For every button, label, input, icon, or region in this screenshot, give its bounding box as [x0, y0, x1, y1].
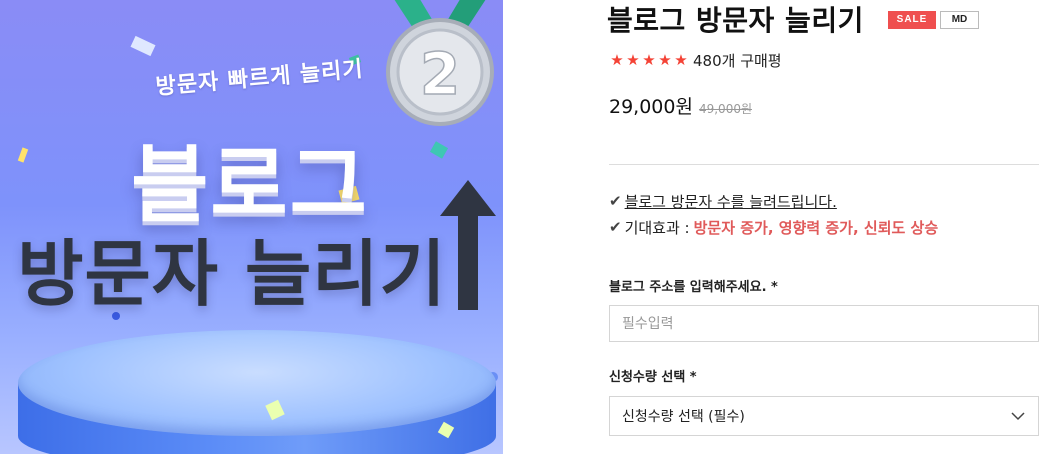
star-icon: ★ — [626, 51, 640, 69]
chevron-down-icon — [1011, 412, 1025, 421]
original-price: 49,000원 — [698, 102, 752, 116]
star-icon: ★ — [610, 51, 624, 69]
podium-top — [18, 330, 496, 436]
confetti-piece — [429, 141, 449, 159]
review-count-link[interactable]: 480개 구매평 — [693, 50, 782, 71]
sale-badge: SALE — [888, 11, 936, 29]
product-info-panel: 블로그 방문자 늘리기 SALE MD ★ ★ ★ ★ ★ 480개 구매평 29,00… — [503, 0, 1045, 454]
price-row: 29,000원 49,000원 — [609, 92, 752, 118]
product-banner-image: 방문자 빠르게 늘리기 블로그 방문자 늘리기 2 — [0, 0, 503, 454]
quantity-select[interactable]: 신청수량 선택 (필수) — [609, 396, 1039, 436]
feature-line-1: ✔ 블로그 방문자 수를 늘려드립니다. — [609, 190, 837, 212]
md-badge: MD — [940, 11, 979, 29]
sale-price: 29,000원 — [609, 96, 693, 118]
rating-row[interactable]: ★ ★ ★ ★ ★ 480개 구매평 — [609, 50, 782, 71]
check-icon: ✔ — [609, 218, 622, 236]
medal-icon: 2 — [380, 0, 500, 136]
banner-title-line1: 블로그 — [131, 136, 369, 234]
product-title: 블로그 방문자 늘리기 — [607, 4, 864, 37]
check-icon: ✔ — [609, 192, 622, 210]
star-rating: ★ ★ ★ ★ ★ — [609, 51, 689, 69]
banner-title-line2: 방문자 늘리기 — [17, 232, 447, 316]
feature-prefix-2: 기대효과 : — [624, 218, 690, 237]
banner-subtitle: 방문자 빠르게 늘리기 — [154, 56, 365, 101]
feature-line-2: ✔ 기대효과 : 방문자 증가, 영향력 증가, 신뢰도 상승 — [609, 216, 938, 238]
confetti-piece — [17, 147, 29, 163]
quantity-label: 신청수량 선택 * — [609, 370, 697, 385]
blog-address-input[interactable] — [609, 305, 1039, 342]
divider — [609, 164, 1039, 165]
medal-number: 2 — [420, 40, 460, 108]
star-icon: ★ — [658, 51, 672, 69]
quantity-select-value: 신청수량 선택 (필수) — [622, 409, 745, 425]
confetti-piece — [130, 35, 156, 57]
blog-address-label: 블로그 주소를 입력해주세요. * — [609, 280, 778, 295]
feature-highlight-2: 방문자 증가, 영향력 증가, 신뢰도 상승 — [693, 218, 939, 237]
star-icon: ★ — [674, 51, 688, 69]
feature-text-1: 블로그 방문자 수를 늘려드립니다. — [624, 192, 837, 211]
arrow-up-icon — [440, 180, 496, 310]
star-icon: ★ — [642, 51, 656, 69]
